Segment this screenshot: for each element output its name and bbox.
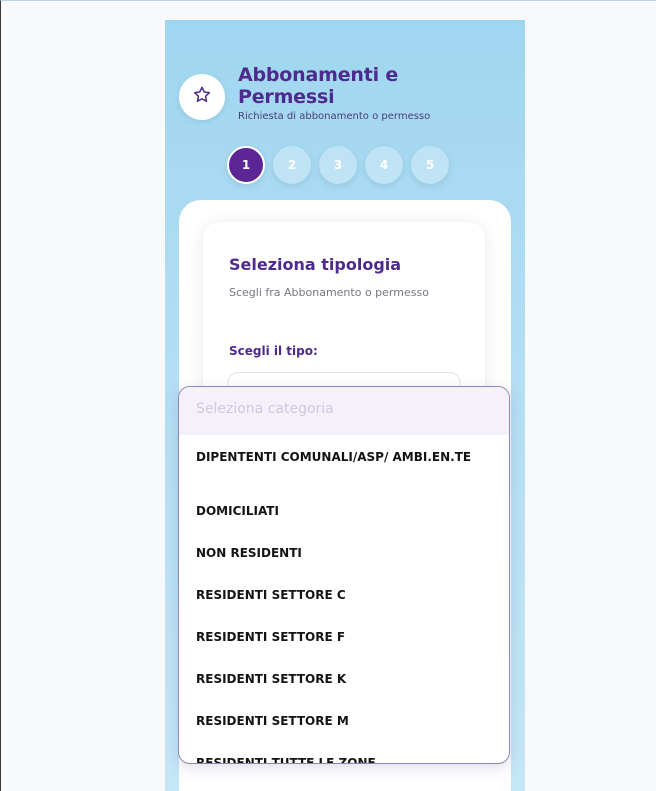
category-option[interactable]: RESIDENTI TUTTE LE ZONE	[179, 751, 509, 763]
category-option[interactable]: DIPENTENTI COMUNALI/ASP/ AMBI.EN.TE	[179, 445, 509, 499]
star-icon	[192, 85, 212, 109]
category-option[interactable]: RESIDENTI SETTORE C	[179, 583, 509, 625]
stepper: 1 2 3 4 5	[227, 146, 449, 184]
step-4[interactable]: 4	[365, 146, 403, 184]
page-title-line-1: Abbonamenti e	[238, 64, 399, 86]
section-description: Scegli fra Abbonamento o permesso	[229, 286, 429, 299]
category-dropdown[interactable]: Seleziona categoria DIPENTENTI COMUNALI/…	[178, 386, 510, 764]
category-option[interactable]: NON RESIDENTI	[179, 541, 509, 583]
type-field-label: Scegli il tipo:	[229, 344, 318, 358]
step-2[interactable]: 2	[273, 146, 311, 184]
page-title-line-2: Permessi	[238, 86, 335, 108]
category-option[interactable]: RESIDENTI SETTORE K	[179, 667, 509, 709]
header-icon-badge	[179, 74, 225, 120]
step-3[interactable]: 3	[319, 146, 357, 184]
section-title: Seleziona tipologia	[229, 255, 402, 274]
step-1[interactable]: 1	[227, 146, 265, 184]
category-dropdown-placeholder[interactable]: Seleziona categoria	[179, 387, 509, 435]
category-option[interactable]: DOMICILIATI	[179, 499, 509, 541]
page-header: Abbonamenti e Permessi Richiesta di abbo…	[179, 54, 509, 134]
category-option[interactable]: RESIDENTI SETTORE M	[179, 709, 509, 751]
page-subtitle: Richiesta di abbonamento o permesso	[238, 111, 431, 122]
category-option[interactable]: RESIDENTI SETTORE F	[179, 625, 509, 667]
step-5[interactable]: 5	[411, 146, 449, 184]
page-title: Abbonamenti e Permessi	[238, 64, 398, 108]
category-options-list: DIPENTENTI COMUNALI/ASP/ AMBI.EN.TE DOMI…	[179, 435, 509, 763]
